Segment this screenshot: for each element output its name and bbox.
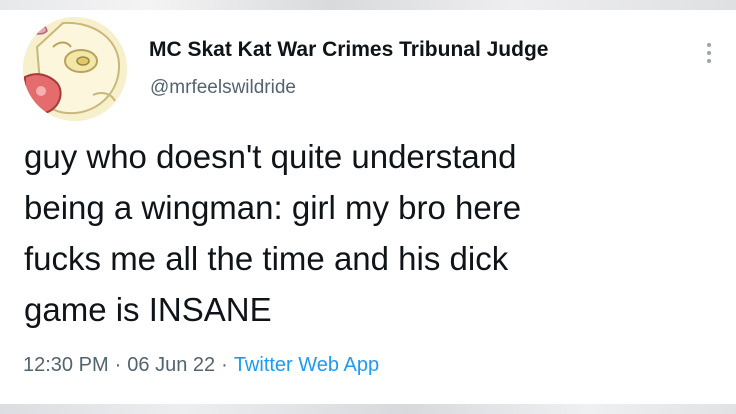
meta-separator: · (114, 354, 122, 376)
author-handle[interactable]: @mrfeelswildride (150, 76, 296, 100)
top-edge-strip (0, 0, 736, 10)
more-options-button[interactable] (696, 36, 722, 70)
meta-separator: · (221, 354, 228, 376)
tweet-meta: 12:30 PM · 06 Jun 22 · Twitter Web App (23, 352, 379, 378)
more-vertical-icon-dot-2 (707, 51, 711, 55)
more-vertical-icon-dot-1 (707, 43, 711, 47)
tweet-source-link[interactable]: Twitter Web App (234, 354, 379, 376)
tweet-card: MC Skat Kat War Crimes Tribunal Judge @m… (0, 10, 736, 404)
tweet-text-line: guy who doesn't quite understand (24, 138, 517, 175)
profile-avatar[interactable] (23, 17, 127, 121)
more-vertical-icon-dot-3 (707, 59, 711, 63)
cartoon-avatar-icon (23, 17, 127, 121)
tweet-text-line: being a wingman: girl my bro here (24, 189, 522, 226)
tweet-time[interactable]: 12:30 PM (23, 354, 109, 376)
tweet-text-line: game is INSANE (24, 291, 272, 328)
tweet-text-line: fucks me all the time and his dick (24, 240, 509, 277)
author-display-name[interactable]: MC Skat Kat War Crimes Tribunal Judge (149, 37, 548, 63)
bottom-edge-strip (0, 404, 736, 414)
tweet-body: guy who doesn't quite understand being a… (24, 131, 714, 335)
tweet-date[interactable]: 06 Jun 22 (127, 354, 215, 376)
